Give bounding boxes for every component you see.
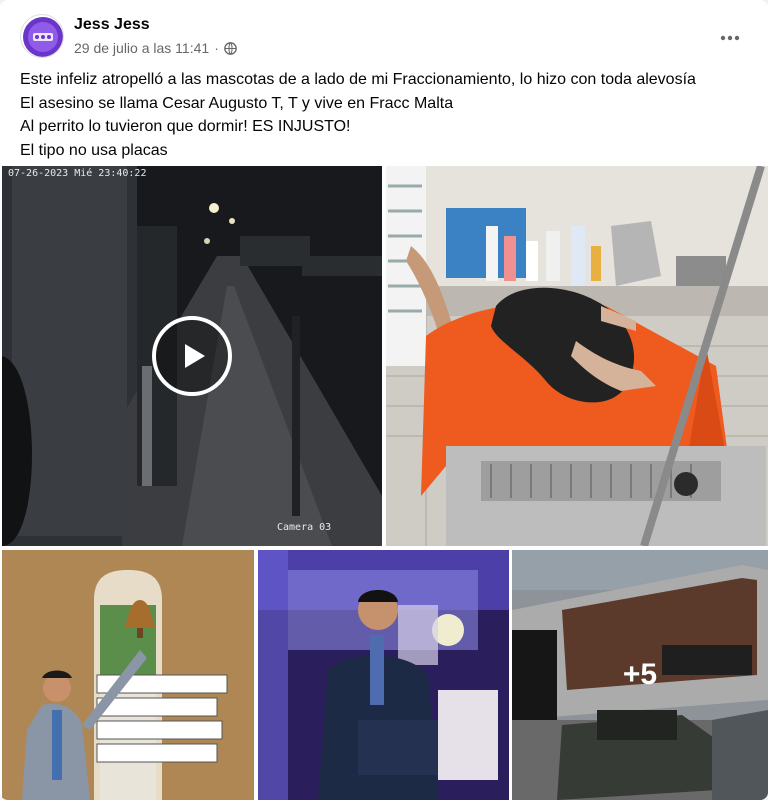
camera-label: Camera 03 (277, 522, 332, 533)
more-options-icon[interactable] (712, 20, 748, 56)
avatar[interactable] (20, 14, 64, 58)
media-grid: 07-26-2023 Mié 23:40:22 Camera 03 +5 (0, 166, 768, 800)
author-name[interactable]: Jess Jess (74, 16, 150, 34)
post-header: Jess Jess 29 de julio a las 11:41 · (18, 12, 748, 60)
post-date[interactable]: 29 de julio a las 11:41 (74, 40, 209, 56)
post-text: Este infeliz atropelló a las mascotas de… (20, 68, 750, 162)
post-card: Jess Jess 29 de julio a las 11:41 · Este… (0, 0, 768, 800)
photo-man-bell[interactable] (2, 550, 254, 800)
meta-separator: · (214, 40, 219, 56)
photo-dog-vet[interactable] (386, 166, 768, 546)
photo-truck-more[interactable]: +5 (512, 550, 768, 800)
post-meta: 29 de julio a las 11:41 · (74, 40, 237, 56)
globe-icon[interactable] (224, 41, 237, 55)
avatar-image (23, 17, 63, 57)
post-text-line: El asesino se llama Cesar Augusto T, T y… (20, 94, 454, 112)
post-text-line: El tipo no usa placas (20, 141, 168, 159)
more-photos-count[interactable]: +5 (512, 550, 768, 800)
post-text-line: Al perrito lo tuvieron que dormir! ES IN… (20, 118, 351, 135)
post-text-line: Este infeliz atropelló a las mascotas de… (20, 71, 696, 88)
photo-man-event[interactable] (258, 550, 509, 800)
play-icon[interactable] (152, 316, 232, 396)
video-timestamp: 07-26-2023 Mié 23:40:22 (8, 168, 147, 179)
video-thumbnail[interactable]: 07-26-2023 Mié 23:40:22 Camera 03 (2, 166, 382, 546)
